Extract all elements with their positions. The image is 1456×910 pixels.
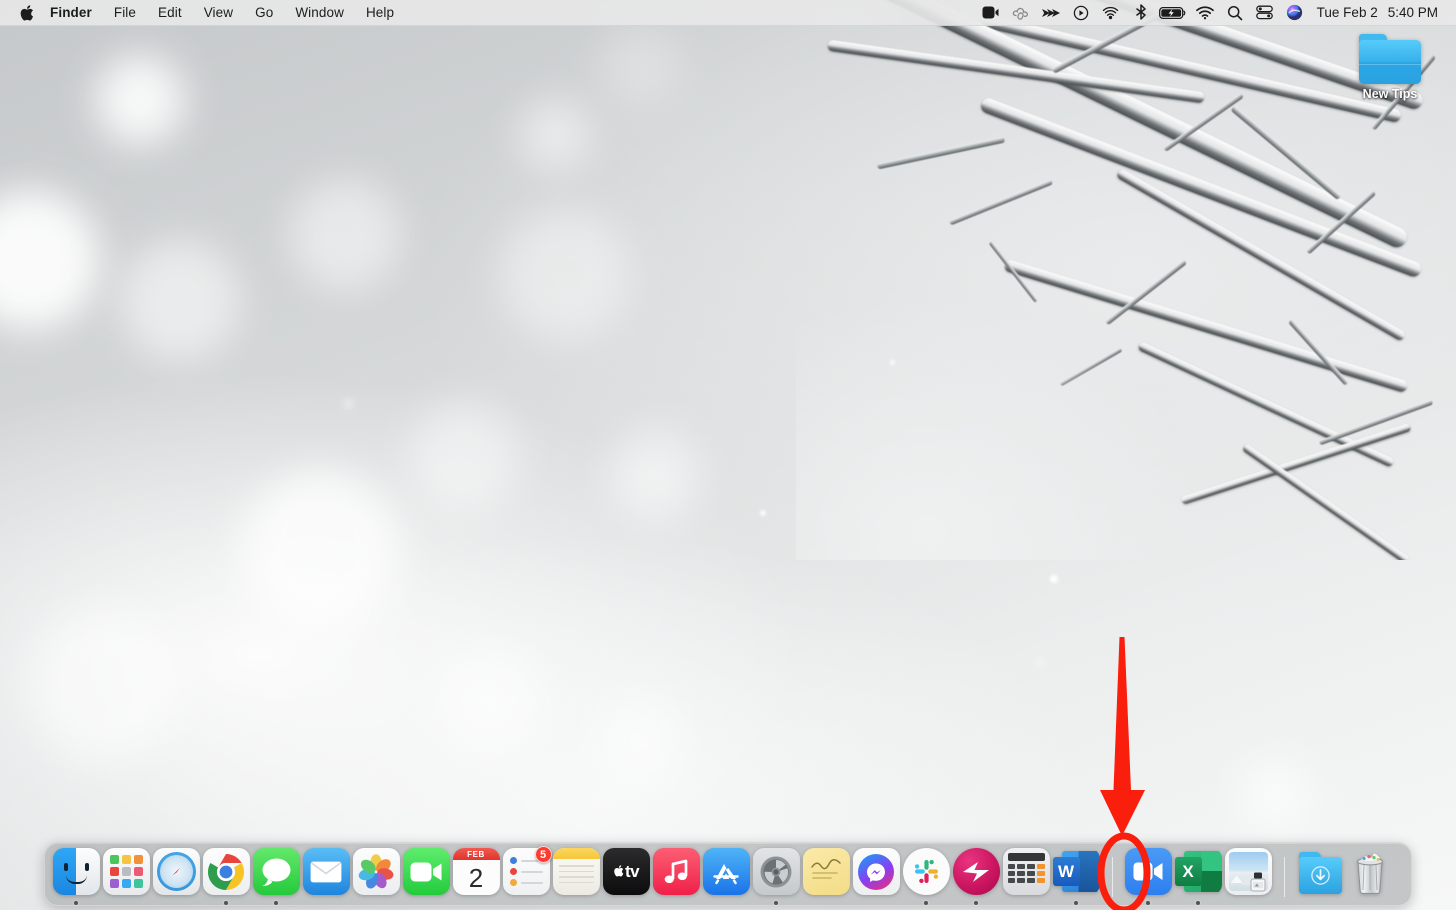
dock-item-safari[interactable]: [151, 847, 201, 907]
siri-icon[interactable]: [1280, 0, 1310, 26]
dock-item-excel[interactable]: X: [1173, 847, 1223, 907]
calculator-icon: [1002, 848, 1050, 895]
dock-item-appletv[interactable]: tv: [601, 847, 651, 907]
airplay-broadcast-icon[interactable]: [1096, 0, 1126, 26]
control-center-icon[interactable]: [1250, 0, 1280, 26]
dock-item-trash[interactable]: [1345, 847, 1395, 907]
dock-item-zoom[interactable]: [1123, 847, 1173, 907]
dock-item-notes[interactable]: [551, 847, 601, 907]
dock-item-photos[interactable]: [351, 847, 401, 907]
calendar-month-label: FEB: [452, 848, 500, 860]
menu-bar-status-area: Tue Feb 2 5:40 PM: [976, 0, 1456, 26]
dock-item-preview[interactable]: [1223, 847, 1273, 907]
desktop-wallpaper: [0, 0, 1456, 910]
dock-divider-apps[interactable]: [1101, 847, 1123, 907]
menu-item-help[interactable]: Help: [355, 0, 405, 26]
reminders-icon: 5: [502, 846, 552, 895]
dock-item-calculator[interactable]: [1001, 847, 1051, 907]
menu-bar-left: Finder File Edit View Go Window Help: [0, 0, 405, 26]
dock-item-messages[interactable]: [251, 847, 301, 907]
zoom-icon: [1124, 848, 1172, 895]
running-indicator: [774, 901, 778, 905]
menu-item-edit[interactable]: Edit: [147, 0, 193, 26]
dock-divider-files[interactable]: [1273, 847, 1295, 907]
dock-item-system-preferences[interactable]: [751, 847, 801, 907]
running-indicator: [224, 901, 228, 905]
facetime-icon: [402, 848, 450, 895]
stickies-icon: [802, 848, 850, 895]
messenger-icon: [852, 848, 900, 895]
menu-item-view[interactable]: View: [193, 0, 244, 26]
excel-icon: X: [1174, 848, 1222, 895]
running-indicator: [1146, 901, 1150, 905]
menu-item-file[interactable]: File: [103, 0, 147, 26]
battery-charging-icon[interactable]: [1156, 0, 1190, 26]
system-preferences-icon: [752, 848, 800, 895]
dock-item-finder[interactable]: [51, 847, 101, 907]
dock-item-mail[interactable]: [301, 847, 351, 907]
creative-cloud-icon[interactable]: [1006, 0, 1036, 26]
appstore-icon: [702, 848, 750, 895]
apple-logo-icon[interactable]: [13, 4, 39, 22]
play-circle-icon[interactable]: [1066, 0, 1096, 26]
desktop-icon-label: New Tips: [1362, 87, 1418, 101]
trash-icon: [1347, 848, 1394, 895]
spotlight-search-icon[interactable]: [1220, 0, 1250, 26]
mail-icon: [302, 848, 350, 895]
excel-letter: X: [1174, 857, 1202, 886]
launchpad-icon: [102, 848, 150, 895]
menu-bar: Finder File Edit View Go Window Help Tue…: [0, 0, 1456, 26]
slack-icon: [902, 848, 950, 895]
menu-bar-time[interactable]: 5:40 PM: [1382, 5, 1444, 20]
music-icon: [652, 848, 700, 895]
dock-item-stickies[interactable]: [801, 847, 851, 907]
chrome-icon: [202, 848, 250, 895]
desktop-icon-new-tips[interactable]: New Tips: [1348, 34, 1432, 101]
running-indicator: [74, 901, 78, 905]
menu-item-go[interactable]: Go: [244, 0, 284, 26]
preview-icon: [1224, 848, 1272, 895]
dock-item-facetime[interactable]: [401, 847, 451, 907]
running-indicator: [974, 901, 978, 905]
appletv-icon: tv: [602, 848, 650, 895]
running-indicator: [924, 901, 928, 905]
dock-item-messenger[interactable]: [851, 847, 901, 907]
messages-icon: [252, 848, 300, 895]
dock-item-chrome[interactable]: [201, 847, 251, 907]
running-indicator: [274, 901, 278, 905]
dock-item-calendar[interactable]: FEB 2: [451, 847, 501, 907]
safari-icon: [152, 848, 200, 895]
running-indicator: [1196, 901, 1200, 905]
menu-item-window[interactable]: Window: [284, 0, 355, 26]
dock-item-downloads[interactable]: [1295, 847, 1345, 907]
fast-forward-arrows-icon[interactable]: [1036, 0, 1066, 26]
dock-item-music[interactable]: [651, 847, 701, 907]
bluetooth-icon[interactable]: [1126, 0, 1156, 26]
word-icon: W: [1052, 848, 1100, 895]
dock-item-word[interactable]: W: [1051, 847, 1101, 907]
reminders-badge: 5: [534, 846, 552, 863]
dock[interactable]: FEB 2 5 tv W X: [44, 842, 1412, 906]
dock-item-slack[interactable]: [901, 847, 951, 907]
calendar-icon: FEB 2: [452, 848, 500, 895]
dock-item-shift[interactable]: [951, 847, 1001, 907]
word-letter: W: [1052, 857, 1080, 886]
folder-icon: [1359, 34, 1421, 84]
menu-bar-date[interactable]: Tue Feb 2: [1310, 5, 1382, 20]
shift-icon: [952, 848, 1000, 895]
calendar-day-label: 2: [468, 862, 484, 893]
running-indicator: [1074, 901, 1078, 905]
menu-item-finder[interactable]: Finder: [39, 0, 103, 26]
dock-item-appstore[interactable]: [701, 847, 751, 907]
finder-icon: [52, 848, 100, 895]
photos-icon: [352, 848, 400, 895]
wifi-icon[interactable]: [1190, 0, 1220, 26]
dock-item-launchpad[interactable]: [101, 847, 151, 907]
downloads-folder-icon: [1297, 848, 1344, 895]
zoom-video-icon[interactable]: [976, 0, 1006, 26]
appletv-label: tv: [624, 861, 640, 881]
notes-icon: [552, 848, 600, 895]
dock-item-reminders[interactable]: 5: [501, 846, 552, 907]
